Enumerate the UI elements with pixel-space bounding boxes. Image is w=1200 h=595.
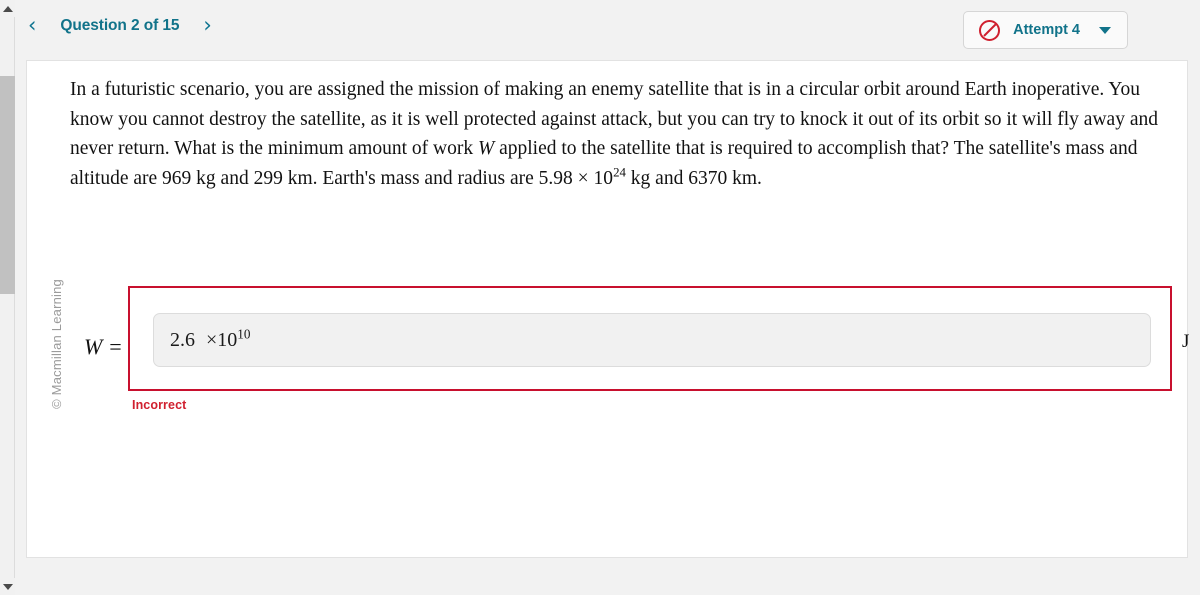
chevron-down-icon[interactable] [1099,26,1111,34]
scrollbar-up-arrow[interactable] [0,0,15,17]
answer-input[interactable]: 2.6 ×1010 [153,313,1151,367]
prohibited-icon [979,19,1001,41]
triangle-up-icon [2,5,13,12]
answer-value: 2.6 ×1010 [154,325,251,352]
question-toolbar: ‹ Question 2 of 15 › Attempt 4 [16,0,1200,60]
attempt-selector-button[interactable]: Attempt 4 [963,11,1128,49]
answer-variable-label: W = [84,334,123,359]
question-exponent: 24 [613,165,626,179]
question-variable-w: W [477,138,495,159]
answer-row: W = 2.6 ×1010 J Incorrect [70,286,1189,412]
scrollbar-thumb[interactable] [0,76,15,294]
question-counter-label: Question 2 of 15 [60,16,180,34]
question-text-part-3: kg and 6370 km. [625,167,762,189]
vertical-scrollbar[interactable] [0,0,15,595]
answer-times-ten: ×10 [206,328,238,351]
incorrect-status-label: Incorrect [132,398,187,412]
question-navigation: ‹ Question 2 of 15 › [26,15,214,36]
answer-unit-label: J [1182,331,1190,352]
previous-question-icon[interactable]: ‹ [26,15,38,36]
triangle-down-icon [2,583,13,590]
content-region: ‹ Question 2 of 15 › Attempt 4 © Macmill… [16,0,1200,595]
answer-exponent: 10 [237,325,251,341]
watermark-text: © Macmillan Learning [49,279,64,409]
macmillan-watermark: © Macmillan Learning [35,87,64,409]
next-question-icon[interactable]: › [201,15,213,36]
page-background: ‹ Question 2 of 15 › Attempt 4 © Macmill… [0,0,1200,595]
question-card: © Macmillan Learning In a futuristic sce… [26,60,1189,558]
scrollbar-down-arrow[interactable] [0,578,15,595]
answer-mantissa: 2.6 [170,328,195,351]
answer-box-error-outline: 2.6 ×1010 [128,286,1172,391]
attempt-label: Attempt 4 [1013,22,1080,38]
question-text: In a futuristic scenario, you are assign… [70,75,1175,193]
